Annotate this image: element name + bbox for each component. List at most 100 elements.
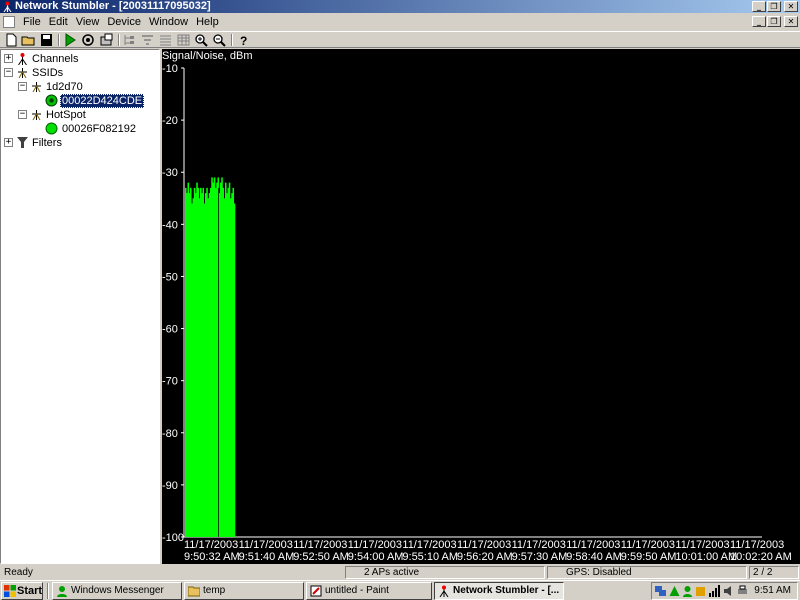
x-tick-label-time: 9:58:40 AM <box>566 551 622 563</box>
messenger-icon <box>57 586 67 597</box>
list-view-icon[interactable] <box>158 33 173 47</box>
x-tick-label-date: 11/17/2003 <box>457 539 511 551</box>
new-file-icon[interactable] <box>4 33 19 47</box>
task-label: Windows Messenger <box>71 585 164 596</box>
tree-item-network-1d2d70[interactable]: − 1d2d70 <box>18 80 154 94</box>
task-temp[interactable]: temp <box>184 582 304 600</box>
signal-strength-tray-icon[interactable] <box>709 585 720 597</box>
x-tick-label-time: 10:01:00 AM <box>675 551 737 563</box>
toolbar: ? <box>0 31 800 48</box>
doc-minimize-button[interactable]: _ <box>752 16 766 27</box>
task-label: temp <box>203 585 226 596</box>
save-icon[interactable] <box>39 33 54 47</box>
y-tick-label: -100 <box>162 532 184 544</box>
y-tick-label: -30 <box>162 167 178 179</box>
x-tick-label-time: 9:54:00 AM <box>348 551 404 563</box>
tree-panel[interactable]: + Channels − SSIDs − 1d2d70 00022D424CDE… <box>0 49 160 564</box>
document-system-menu-icon[interactable] <box>3 16 15 28</box>
auto-config-icon[interactable] <box>81 33 96 47</box>
zoom-out-icon[interactable] <box>212 33 227 47</box>
network-tray-icon[interactable] <box>655 585 666 597</box>
folder-icon <box>188 586 200 597</box>
network-stumbler-icon <box>3 1 12 12</box>
collapse-icon[interactable]: − <box>18 82 27 91</box>
tree-item-ap-00022d424cde[interactable]: 00022D424CDE <box>45 94 155 108</box>
tree-item-ap-00026f082192[interactable]: 00026F082192 <box>45 122 155 136</box>
triangle-tray-icon[interactable] <box>669 585 680 597</box>
ap-active-icon <box>45 94 58 107</box>
zoom-in-icon[interactable] <box>194 33 209 47</box>
tree-label: HotSpot <box>46 109 86 121</box>
play-scan-icon[interactable] <box>63 33 78 47</box>
x-tick-label-time: 9:56:20 AM <box>457 551 513 563</box>
status-gps: GPS: Disabled <box>547 566 747 579</box>
open-folder-icon[interactable] <box>21 33 36 47</box>
x-tick-label-date: 11/17/2003 <box>239 539 293 551</box>
y-tick-label: -40 <box>162 219 178 231</box>
expand-icon[interactable]: + <box>4 138 13 147</box>
tree-item-filters[interactable]: + Filters <box>4 136 154 150</box>
ssid-icon <box>32 82 41 93</box>
clock: 9:51 AM <box>754 585 791 596</box>
signal-bar <box>233 203 236 537</box>
device-config-icon[interactable] <box>99 33 114 47</box>
expand-icon[interactable]: + <box>4 54 13 63</box>
status-ready: Ready <box>4 567 33 578</box>
messenger-tray-icon[interactable] <box>682 585 693 597</box>
windows-flag-icon <box>4 585 16 597</box>
x-tick-label-time: 9:59:50 AM <box>621 551 677 563</box>
y-tick-label: -90 <box>162 480 178 492</box>
x-tick-label-time: 9:57:30 AM <box>512 551 568 563</box>
menu-help[interactable]: Help <box>192 15 223 29</box>
x-tick-label-date: 11/17/2003 <box>184 539 238 551</box>
window-title: Network Stumbler - [20031117095032] <box>15 0 211 12</box>
ssid-icon <box>32 110 41 121</box>
x-tick-label-date: 11/17/2003 <box>348 539 402 551</box>
close-button[interactable]: ✕ <box>784 1 798 12</box>
grid-view-icon[interactable] <box>176 33 191 47</box>
menu-edit[interactable]: Edit <box>45 15 72 29</box>
minimize-button[interactable]: _ <box>752 1 766 12</box>
task-label: untitled - Paint <box>325 585 389 596</box>
y-tick-label: -60 <box>162 324 178 336</box>
menu-window[interactable]: Window <box>145 15 192 29</box>
collapse-icon[interactable]: − <box>4 68 13 77</box>
x-tick-label-time: 10:02:20 AM <box>730 551 792 563</box>
task-paint[interactable]: untitled - Paint <box>306 582 432 600</box>
chart-plot: -10-20-30-40-50-60-70-80-90-10011/17/200… <box>162 63 792 563</box>
tree-item-channels[interactable]: + Channels <box>4 52 154 66</box>
help-icon[interactable]: ? <box>236 33 251 47</box>
ssid-icon <box>18 68 27 79</box>
menu-view[interactable]: View <box>72 15 104 29</box>
restore-button[interactable]: ❐ <box>767 1 781 12</box>
filter-icon <box>17 137 28 148</box>
start-button[interactable]: Start <box>1 582 43 600</box>
y-tick-label: -50 <box>162 271 178 283</box>
shield-tray-icon[interactable] <box>695 585 706 597</box>
volume-tray-icon[interactable] <box>723 585 734 597</box>
menu-bar: File Edit View Device Window Help _ ❐ ✕ <box>0 14 800 30</box>
task-windows-messenger[interactable]: Windows Messenger <box>52 582 182 600</box>
y-tick-label: -70 <box>162 376 178 388</box>
collapse-icon[interactable]: − <box>18 110 27 119</box>
tree-item-ssids[interactable]: − SSIDs <box>4 66 154 80</box>
tree-item-network-hotspot[interactable]: − HotSpot <box>18 108 154 122</box>
tree-label: 00022D424CDE <box>60 94 145 108</box>
filter-view-icon[interactable] <box>140 33 155 47</box>
tree-label: Channels <box>32 53 79 65</box>
task-label: Network Stumbler - [... <box>453 585 560 596</box>
title-bar[interactable]: Network Stumbler - [20031117095032] _ ❐ … <box>0 0 800 13</box>
menu-device[interactable]: Device <box>103 15 145 29</box>
signal-chart[interactable]: Signal/Noise, dBm -10 -20 -30 -40 -50 -60 -70-… <box>162 49 800 564</box>
paint-icon <box>310 585 322 597</box>
tree-label: Filters <box>32 137 62 149</box>
doc-close-button[interactable]: ✕ <box>784 16 798 27</box>
task-network-stumbler[interactable]: Network Stumbler - [... <box>434 582 564 600</box>
menu-file[interactable]: File <box>19 15 45 29</box>
y-tick-label: -20 <box>162 115 178 127</box>
tree-view-icon[interactable] <box>122 33 137 47</box>
tree-label: SSIDs <box>32 67 64 79</box>
x-tick-label-date: 11/17/2003 <box>512 539 566 551</box>
doc-restore-button[interactable]: ❐ <box>767 16 781 27</box>
printer-tray-icon[interactable] <box>737 585 748 597</box>
